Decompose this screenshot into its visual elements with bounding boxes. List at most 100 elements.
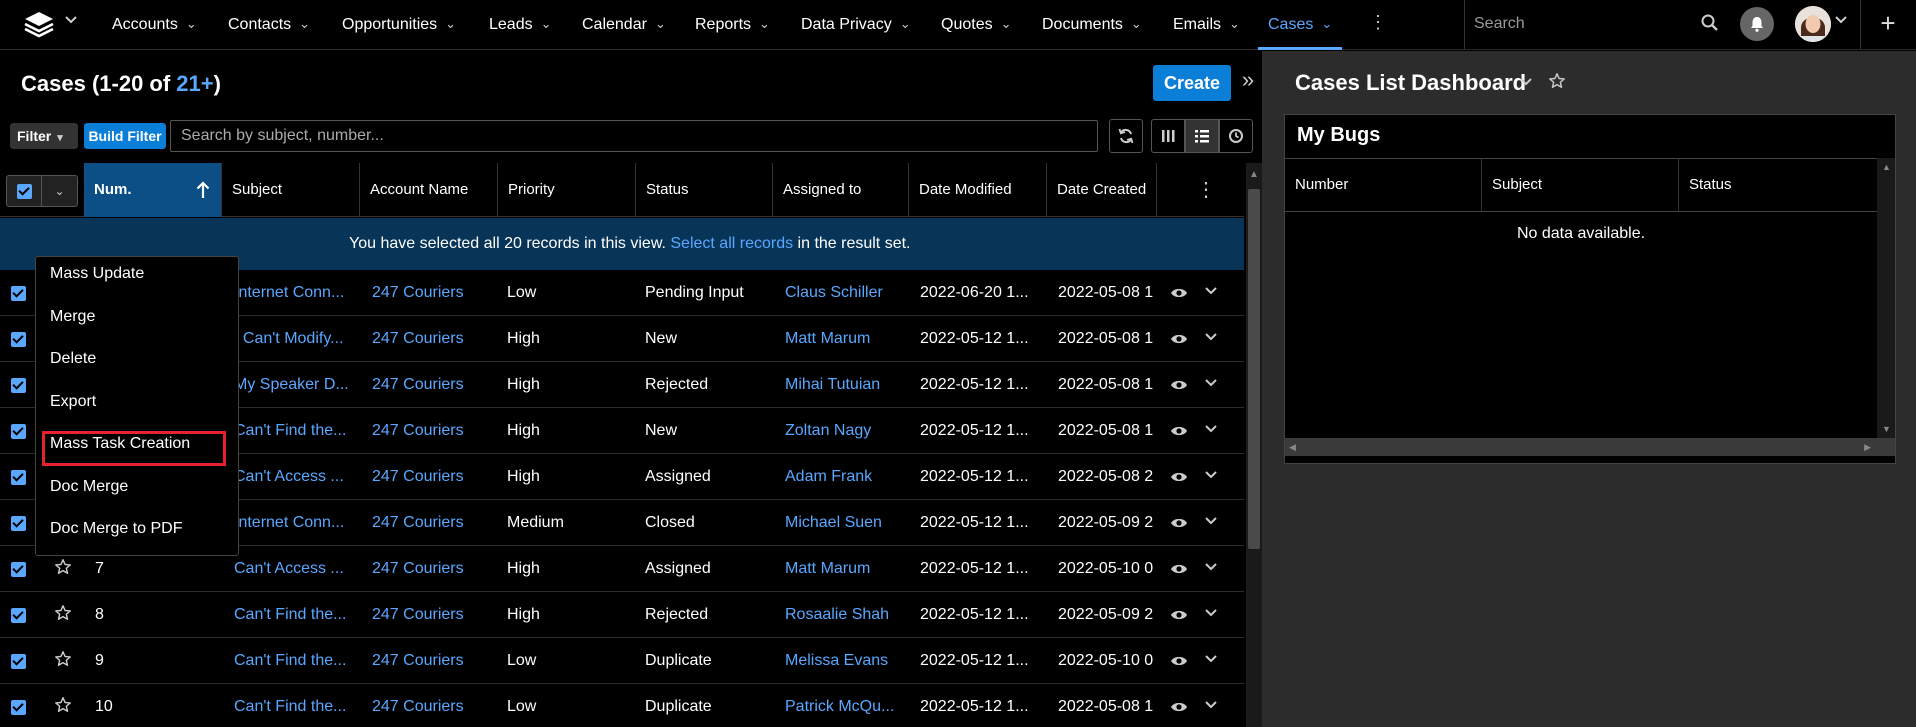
search-icon[interactable] bbox=[1700, 13, 1720, 33]
preview-eye-icon[interactable] bbox=[1170, 469, 1188, 485]
select-all-control[interactable]: ⌄ bbox=[6, 175, 78, 207]
row-checkbox[interactable] bbox=[11, 516, 26, 531]
row-checkbox[interactable] bbox=[11, 286, 26, 301]
scroll-left-arrow-icon[interactable]: ◀ bbox=[1289, 442, 1296, 453]
preview-eye-icon[interactable] bbox=[1170, 377, 1188, 393]
cell-assigned-to[interactable]: Michael Suen bbox=[785, 500, 897, 546]
row-actions-chevron-down-icon[interactable] bbox=[1203, 606, 1219, 622]
row-actions-chevron-down-icon[interactable] bbox=[1203, 652, 1219, 668]
column-header-date-created[interactable]: Date Created bbox=[1047, 163, 1157, 217]
nav-item-calendar[interactable]: Calendar ⌄ bbox=[582, 0, 666, 50]
menu-item-mass-update[interactable]: Mass Update bbox=[50, 259, 144, 289]
column-header-status[interactable]: Status bbox=[636, 163, 773, 217]
column-header-priority[interactable]: Priority bbox=[498, 163, 636, 217]
quick-create-plus-icon[interactable]: + bbox=[1876, 8, 1900, 38]
preview-eye-icon[interactable] bbox=[1170, 423, 1188, 439]
scroll-down-arrow-icon[interactable]: ▼ bbox=[1882, 424, 1891, 434]
row-checkbox[interactable] bbox=[11, 654, 26, 669]
cell-subject[interactable]: Can't Access ... bbox=[234, 454, 352, 500]
cell-assigned-to[interactable]: Zoltan Nagy bbox=[785, 408, 897, 454]
kanban-view-button[interactable] bbox=[1151, 119, 1185, 153]
select-all-records-link[interactable]: Select all records bbox=[670, 235, 793, 252]
table-row[interactable]: 10 Can't Find the... 247 Couriers Low Duplic… bbox=[0, 684, 1244, 727]
list-vertical-scrollbar[interactable]: ▲ bbox=[1246, 163, 1262, 727]
nav-item-documents[interactable]: Documents ⌄ bbox=[1042, 0, 1142, 50]
cell-subject[interactable]: My Speaker D... bbox=[234, 362, 352, 408]
menu-item-export[interactable]: Export bbox=[50, 387, 96, 417]
nav-item-cases[interactable]: Cases ⌄ bbox=[1257, 0, 1343, 50]
column-header-date-modified[interactable]: Date Modified bbox=[909, 163, 1047, 217]
cell-subject[interactable]: Can't Find the... bbox=[234, 592, 352, 638]
cell-account-name[interactable]: 247 Couriers bbox=[372, 408, 490, 454]
row-checkbox[interactable] bbox=[11, 332, 26, 347]
menu-item-delete[interactable]: Delete bbox=[50, 344, 96, 374]
select-all-checkbox[interactable] bbox=[17, 184, 32, 199]
list-view-button[interactable] bbox=[1185, 119, 1219, 153]
row-actions-chevron-down-icon[interactable] bbox=[1203, 698, 1219, 714]
cell-account-name[interactable]: 247 Couriers bbox=[372, 592, 490, 638]
dashlet-column-status[interactable]: Status bbox=[1679, 159, 1877, 211]
preview-eye-icon[interactable] bbox=[1170, 699, 1188, 715]
column-header-assigned-to[interactable]: Assigned to bbox=[773, 163, 909, 217]
preview-eye-icon[interactable] bbox=[1170, 285, 1188, 301]
cell-subject[interactable]: Can't Find the... bbox=[234, 408, 352, 454]
nav-item-contacts[interactable]: Contacts ⌄ bbox=[228, 0, 310, 50]
create-button[interactable]: Create bbox=[1153, 65, 1231, 101]
cell-account-name[interactable]: 247 Couriers bbox=[372, 362, 490, 408]
scroll-right-arrow-icon[interactable]: ▶ bbox=[1864, 442, 1871, 453]
collapse-dashboard-icon[interactable]: » bbox=[1238, 67, 1258, 97]
row-checkbox[interactable] bbox=[11, 424, 26, 439]
row-actions-chevron-down-icon[interactable] bbox=[1203, 514, 1219, 530]
preview-eye-icon[interactable] bbox=[1170, 331, 1188, 347]
cell-account-name[interactable]: 247 Couriers bbox=[372, 316, 490, 362]
activity-view-button[interactable] bbox=[1219, 119, 1253, 153]
scrollbar-thumb[interactable] bbox=[1248, 189, 1260, 549]
menu-item-mass-task-creation[interactable]: Mass Task Creation bbox=[50, 429, 190, 459]
cell-subject[interactable]: Can't Find the... bbox=[234, 684, 352, 727]
mass-actions-chevron-down-icon[interactable]: ⌄ bbox=[41, 176, 77, 206]
cell-assigned-to[interactable]: Rosaalie Shah bbox=[785, 592, 897, 638]
menu-item-doc-merge-to-pdf[interactable]: Doc Merge to PDF bbox=[50, 514, 182, 544]
column-header-account-name[interactable]: Account Name bbox=[360, 163, 498, 217]
table-row[interactable]: 9 Can't Find the... 247 Couriers Low Duplica… bbox=[0, 638, 1244, 684]
cell-subject[interactable]: Can't Access ... bbox=[234, 546, 352, 592]
cell-assigned-to[interactable]: Matt Marum bbox=[785, 316, 897, 362]
menu-item-doc-merge[interactable]: Doc Merge bbox=[50, 472, 128, 502]
row-actions-chevron-down-icon[interactable] bbox=[1203, 376, 1219, 392]
dashlet-vertical-scrollbar[interactable]: ▲ ▼ bbox=[1877, 158, 1895, 438]
nav-item-data-privacy[interactable]: Data Privacy ⌄ bbox=[801, 0, 911, 50]
preview-eye-icon[interactable] bbox=[1170, 561, 1188, 577]
global-search-input[interactable] bbox=[1466, 6, 1706, 42]
cell-assigned-to[interactable]: Patrick McQu... bbox=[785, 684, 897, 727]
row-checkbox[interactable] bbox=[11, 700, 26, 715]
dashlet-column-number[interactable]: Number bbox=[1285, 159, 1482, 211]
nav-item-opportunities[interactable]: Opportunities ⌄ bbox=[342, 0, 456, 50]
scroll-up-arrow-icon[interactable]: ▲ bbox=[1249, 169, 1259, 180]
scroll-up-arrow-icon[interactable]: ▲ bbox=[1882, 162, 1891, 172]
cell-subject[interactable]: Can't Find the... bbox=[234, 638, 352, 684]
cell-subject[interactable]: Internet Conn... bbox=[234, 270, 352, 316]
row-checkbox[interactable] bbox=[11, 378, 26, 393]
cell-account-name[interactable]: 247 Couriers bbox=[372, 684, 490, 727]
logo-icon[interactable] bbox=[22, 9, 56, 39]
row-actions-chevron-down-icon[interactable] bbox=[1203, 284, 1219, 300]
notification-bell-icon[interactable] bbox=[1740, 7, 1774, 41]
column-options-more-vertical-icon[interactable]: ⋮ bbox=[1186, 163, 1226, 217]
dashboard-chevron-down-icon[interactable] bbox=[1519, 75, 1533, 92]
nav-item-reports[interactable]: Reports ⌄ bbox=[695, 0, 770, 50]
refresh-button[interactable] bbox=[1109, 119, 1143, 153]
row-actions-chevron-down-icon[interactable] bbox=[1203, 422, 1219, 438]
nav-item-leads[interactable]: Leads ⌄ bbox=[489, 0, 552, 50]
preview-eye-icon[interactable] bbox=[1170, 653, 1188, 669]
avatar[interactable] bbox=[1795, 6, 1831, 42]
cell-subject[interactable]: Internet Conn... bbox=[234, 500, 352, 546]
cell-account-name[interactable]: 247 Couriers bbox=[372, 546, 490, 592]
nav-item-emails[interactable]: Emails ⌄ bbox=[1173, 0, 1240, 50]
favorite-star-icon[interactable] bbox=[54, 696, 74, 716]
favorite-star-icon[interactable] bbox=[54, 650, 74, 670]
cell-account-name[interactable]: 247 Couriers bbox=[372, 270, 490, 316]
list-search-input[interactable] bbox=[170, 120, 1098, 152]
build-filter-button[interactable]: Build Filter bbox=[84, 123, 166, 149]
row-checkbox[interactable] bbox=[11, 470, 26, 485]
row-actions-chevron-down-icon[interactable] bbox=[1203, 330, 1219, 346]
